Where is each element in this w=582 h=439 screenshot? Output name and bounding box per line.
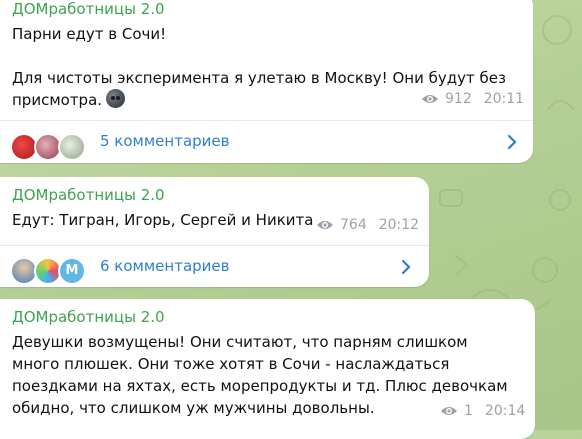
views-icon	[317, 221, 333, 229]
commenter-avatars: M	[10, 256, 90, 287]
chevron-right-icon	[507, 134, 517, 150]
avatar: M	[58, 256, 86, 285]
message-bubble-2: ДОМработницы 2.0 Едут: Тигран, Игорь, Се…	[0, 177, 429, 287]
post-time: 20:14	[484, 403, 526, 419]
post-author[interactable]: ДОМработницы 2.0	[12, 0, 165, 18]
post-author[interactable]: ДОМработницы 2.0	[12, 186, 165, 204]
views-count: 912	[445, 91, 472, 107]
post-meta: 764 20:12	[316, 217, 419, 233]
views-count: 764	[340, 217, 367, 233]
comments-count-label: 5 комментариев	[100, 132, 230, 150]
commenter-avatars	[10, 133, 90, 163]
avatar-letter: M	[65, 263, 79, 278]
comments-count-label: 6 комментариев	[100, 257, 230, 275]
avatar	[58, 133, 86, 161]
post-meta: 912 20:11	[421, 91, 524, 107]
chevron-right-icon	[401, 259, 411, 275]
post-meta: 1 20:14	[440, 403, 525, 419]
post-time: 20:11	[483, 91, 525, 107]
post-author[interactable]: ДОМработницы 2.0	[12, 308, 165, 326]
neutral-face-emoji-icon	[106, 89, 126, 108]
views-icon	[422, 95, 438, 103]
message-bubble-3: ДОМработницы 2.0 Девушки возмущены! Они …	[0, 299, 535, 439]
post-text: Едут: Тигран, Игорь, Сергей и Никита	[12, 211, 314, 229]
comments-button[interactable]: M 6 комментариев	[0, 246, 429, 287]
views-count: 1	[464, 403, 473, 419]
message-bubble-1: ДОМработницы 2.0 Парни едут в Сочи! Для …	[0, 0, 533, 163]
comments-button[interactable]: 5 комментариев	[0, 121, 533, 163]
views-icon	[441, 407, 457, 415]
post-time: 20:12	[378, 217, 420, 233]
